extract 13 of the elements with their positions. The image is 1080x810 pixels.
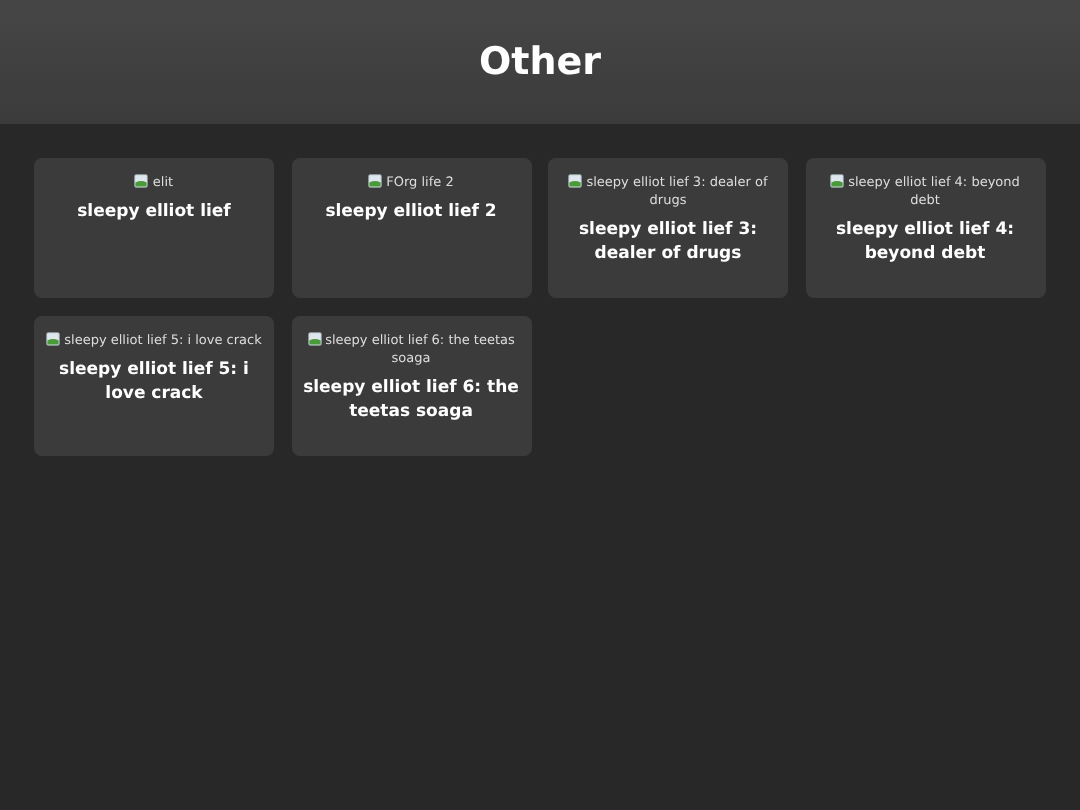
broken-image-icon	[307, 332, 322, 346]
card-title: sleepy elliot lief 2	[325, 200, 497, 224]
card-title: sleepy elliot lief 5: i love crack	[57, 358, 251, 406]
broken-image-icon	[568, 174, 583, 188]
card-title: sleepy elliot lief 4: beyond debt	[833, 218, 1017, 266]
card-title: sleepy elliot lief 3: dealer of drugs	[576, 218, 760, 266]
broken-image-icon	[46, 332, 61, 346]
card-title: sleepy elliot lief	[77, 200, 231, 224]
broken-image-icon	[134, 174, 149, 188]
page-title: Other	[478, 40, 602, 84]
broken-image-icon	[368, 174, 383, 188]
broken-image-icon	[830, 174, 845, 188]
card-title: sleepy elliot lief 6: the teetas soaga	[303, 376, 519, 424]
